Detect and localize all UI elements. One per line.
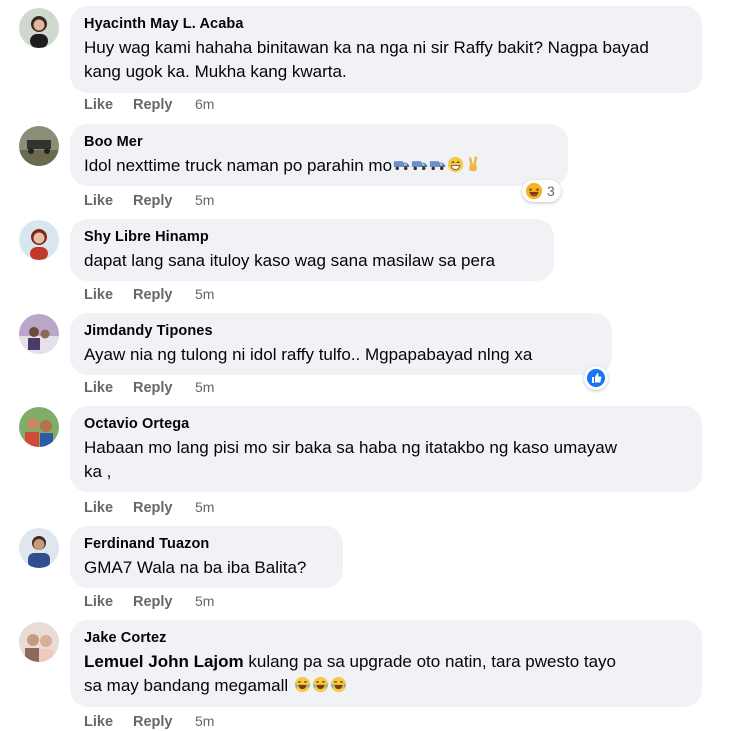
comment-bubble: Jimdandy Tipones Ayaw nia ng tulong ni i… <box>70 313 612 375</box>
timestamp[interactable]: 5m <box>195 286 214 302</box>
like-reaction-icon <box>587 369 605 387</box>
comment-bubble: Hyacinth May L. Acaba Huy wag kami hahah… <box>70 6 702 93</box>
comment-text: Huy wag kami hahaha binitawan ka na nga … <box>84 38 649 81</box>
comment-actions: Like Reply 5m <box>84 713 214 730</box>
reaction-count-pill[interactable]: 3 <box>522 180 561 202</box>
comment-bubble: Ferdinand Tuazon GMA7 Wala na ba iba Bal… <box>70 526 343 588</box>
reaction-count: 3 <box>547 183 555 199</box>
timestamp[interactable]: 5m <box>195 192 214 208</box>
comment-text: Idol nexttime truck naman po parahin mo <box>84 154 554 178</box>
comment-text: dapat lang sana ituloy kaso wag sana mas… <box>84 251 496 270</box>
like-reaction-badge[interactable] <box>584 366 608 390</box>
comment-author[interactable]: Jake Cortez <box>84 629 688 648</box>
timestamp[interactable]: 6m <box>195 96 214 112</box>
grin-emoji <box>447 156 464 173</box>
reply-button[interactable]: Reply <box>133 380 195 396</box>
reply-button[interactable]: Reply <box>133 97 195 113</box>
like-button[interactable]: Like <box>84 714 133 730</box>
comment-text: Lemuel John Lajom kulang pa sa upgrade o… <box>84 650 688 698</box>
haha-reaction-icon <box>525 182 543 200</box>
comment-bubble: Shy Libre Hinamp dapat lang sana ituloy … <box>70 219 554 281</box>
avatar[interactable] <box>19 8 59 48</box>
like-button[interactable]: Like <box>84 594 133 610</box>
timestamp[interactable]: 5m <box>195 713 214 729</box>
truck-emoji <box>393 156 410 173</box>
avatar[interactable] <box>19 314 59 354</box>
avatar[interactable] <box>19 528 59 568</box>
comment-author[interactable]: Octavio Ortega <box>84 415 688 434</box>
reply-button[interactable]: Reply <box>133 500 195 516</box>
comment-actions: Like Reply 5m <box>84 593 214 610</box>
timestamp[interactable]: 5m <box>195 499 214 515</box>
like-button[interactable]: Like <box>84 380 133 396</box>
like-button[interactable]: Like <box>84 500 133 516</box>
comment-author[interactable]: Jimdandy Tipones <box>84 322 598 341</box>
comment-text-line: Lemuel John Lajom kulang pa sa upgrade o… <box>84 650 688 674</box>
reply-button[interactable]: Reply <box>133 714 195 730</box>
comment-text-line: sa may bandang megamall <box>84 674 688 698</box>
comment-actions: Like Reply 5m <box>84 192 214 209</box>
comment-actions: Like Reply 5m <box>84 499 214 516</box>
comment-bubble: Jake Cortez Lemuel John Lajom kulang pa … <box>70 620 702 707</box>
avatar[interactable] <box>19 126 59 166</box>
comment-author[interactable]: Boo Mer <box>84 133 554 152</box>
timestamp[interactable]: 5m <box>195 593 214 609</box>
mention-link[interactable]: Lemuel John Lajom <box>84 652 244 671</box>
tears-of-joy-emoji <box>294 676 311 693</box>
reply-button[interactable]: Reply <box>133 287 195 303</box>
comment-author[interactable]: Shy Libre Hinamp <box>84 228 540 247</box>
like-button[interactable]: Like <box>84 97 133 113</box>
comment-text-line: ka , <box>84 462 112 481</box>
comment-text-body: sa may bandang megamall <box>84 676 289 695</box>
tears-of-joy-emoji <box>312 676 329 693</box>
reply-button[interactable]: Reply <box>133 193 195 209</box>
comment-text: Habaan mo lang pisi mo sir baka sa haba … <box>84 436 688 484</box>
comment-bubble: Boo Mer Idol nexttime truck naman po par… <box>70 124 568 186</box>
comment-text-body: kulang pa sa upgrade oto natin, tara pwe… <box>243 652 617 671</box>
truck-emoji <box>411 156 428 173</box>
comment-actions: Like Reply 5m <box>84 286 214 303</box>
comment-text-line: Habaan mo lang pisi mo sir baka sa haba … <box>84 438 617 457</box>
avatar[interactable] <box>19 622 59 662</box>
comment-author[interactable]: Ferdinand Tuazon <box>84 535 329 554</box>
timestamp[interactable]: 5m <box>195 379 214 395</box>
comment-author[interactable]: Hyacinth May L. Acaba <box>84 15 688 34</box>
comment-bubble: Octavio Ortega Habaan mo lang pisi mo si… <box>70 406 702 492</box>
victory-hand-emoji <box>465 156 482 173</box>
comment-text: GMA7 Wala na ba iba Balita? <box>84 558 307 577</box>
comment-actions: Like Reply 6m <box>84 96 214 113</box>
tears-of-joy-emoji <box>330 676 347 693</box>
like-button[interactable]: Like <box>84 193 133 209</box>
reply-button[interactable]: Reply <box>133 594 195 610</box>
comment-text-body: Idol nexttime truck naman po parahin mo <box>84 156 393 175</box>
truck-emoji <box>429 156 446 173</box>
avatar[interactable] <box>19 220 59 260</box>
avatar[interactable] <box>19 407 59 447</box>
like-button[interactable]: Like <box>84 287 133 303</box>
comment-text: Ayaw nia ng tulong ni idol raffy tulfo..… <box>84 345 533 364</box>
comment-actions: Like Reply 5m <box>84 379 214 396</box>
